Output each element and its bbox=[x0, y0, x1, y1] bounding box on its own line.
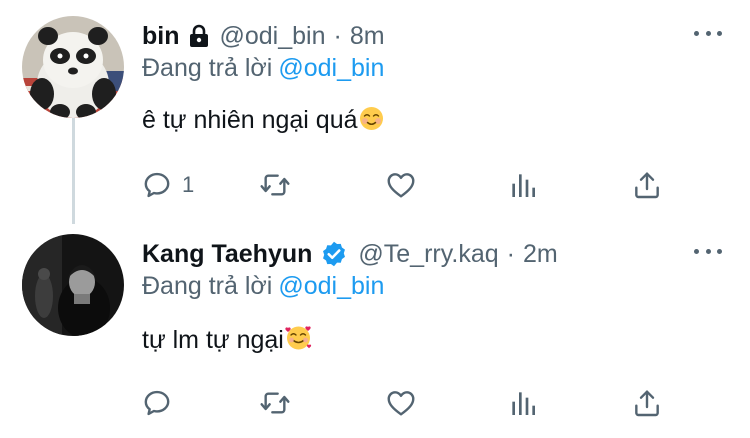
user-handle[interactable]: @odi_bin bbox=[220, 22, 326, 51]
stats-icon bbox=[512, 392, 535, 415]
share-button[interactable] bbox=[631, 168, 663, 202]
user-handle[interactable]: @Te_rry.kaq bbox=[358, 240, 498, 269]
verified-icon bbox=[320, 240, 348, 268]
display-name[interactable]: bin bbox=[142, 22, 180, 51]
stats-button[interactable] bbox=[507, 386, 539, 420]
stats-button[interactable] bbox=[507, 168, 539, 202]
like-button[interactable] bbox=[385, 386, 417, 420]
like-button[interactable] bbox=[385, 168, 417, 202]
like-icon bbox=[387, 391, 415, 416]
reply-prefix: Đang trả lời bbox=[142, 54, 273, 82]
more-icon[interactable] bbox=[694, 242, 722, 260]
share-icon bbox=[635, 390, 659, 417]
tweet-header: Kang Taehyun @Te_rry.kaq · 2m bbox=[142, 238, 558, 270]
tweet-text: ê tự nhiên ngại quá bbox=[142, 106, 384, 138]
tweet-header: bin @odi_bin · 8m bbox=[142, 20, 385, 52]
retweet-icon bbox=[260, 174, 290, 196]
more-icon[interactable] bbox=[694, 24, 722, 42]
tweet-kang-taehyun[interactable]: Kang Taehyun @Te_rry.kaq · 2m Đang trả l… bbox=[0, 218, 750, 438]
timestamp[interactable]: 2m bbox=[523, 240, 558, 269]
reply-context: Đang trả lời @odi_bin bbox=[142, 54, 384, 83]
avatar-panda[interactable] bbox=[22, 16, 124, 118]
reply-context: Đang trả lời @odi_bin bbox=[142, 272, 384, 301]
lock-icon bbox=[188, 24, 210, 48]
reply-icon bbox=[144, 390, 170, 416]
reply-button[interactable]: 1 bbox=[141, 168, 194, 202]
display-name[interactable]: Kang Taehyun bbox=[142, 240, 312, 269]
reply-to-link[interactable]: @odi_bin bbox=[278, 272, 384, 300]
reply-count: 1 bbox=[182, 172, 195, 197]
share-button[interactable] bbox=[631, 386, 663, 420]
timestamp[interactable]: 8m bbox=[350, 22, 385, 51]
retweet-icon bbox=[260, 392, 290, 414]
avatar-dark-photo[interactable] bbox=[22, 234, 124, 336]
tweet-bin[interactable]: bin @odi_bin · 8m Đang trả lời @odi_bin ê… bbox=[0, 0, 750, 218]
separator-dot: · bbox=[506, 239, 515, 268]
tweet-actions bbox=[141, 386, 661, 420]
reply-prefix: Đang trả lời bbox=[142, 272, 273, 300]
separator-dot: · bbox=[333, 21, 342, 50]
smiling-emoji-icon bbox=[359, 106, 384, 138]
smiling-hearts-emoji-icon bbox=[285, 324, 312, 358]
tweet-actions: 1 bbox=[141, 168, 661, 202]
tweet-text-content: tự lm tự ngại bbox=[142, 326, 284, 354]
reply-to-link[interactable]: @odi_bin bbox=[278, 54, 384, 82]
reply-icon bbox=[144, 172, 170, 198]
retweet-button[interactable] bbox=[259, 168, 291, 202]
share-icon bbox=[635, 172, 659, 199]
retweet-button[interactable] bbox=[259, 386, 291, 420]
stats-icon bbox=[512, 174, 535, 197]
reply-button[interactable] bbox=[141, 386, 182, 420]
like-icon bbox=[387, 173, 415, 198]
tweet-text-content: ê tự nhiên ngại quá bbox=[142, 106, 358, 134]
tweet-text: tự lm tự ngại bbox=[142, 324, 312, 358]
